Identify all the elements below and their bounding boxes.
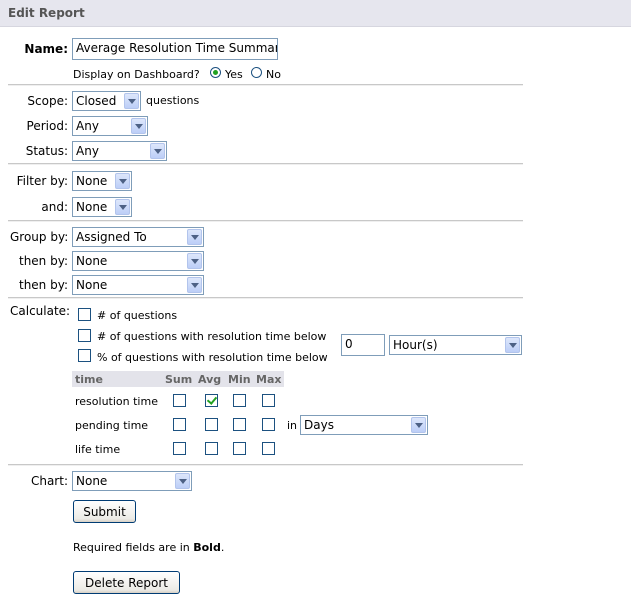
resolution-min-checkbox[interactable]: [233, 394, 246, 407]
then-by-value: None: [76, 278, 108, 292]
group-by-label: Group by:: [10, 230, 69, 244]
chevron-down-icon: [131, 118, 146, 134]
group-by-select[interactable]: Assigned To: [72, 227, 204, 247]
then-by-select-2[interactable]: None: [72, 275, 204, 295]
dashboard-yes-radio[interactable]: [210, 67, 221, 78]
life-avg-checkbox[interactable]: [205, 442, 218, 455]
page-header: Edit Report: [0, 0, 631, 27]
divider: [8, 220, 523, 222]
time-unit-value: Days: [304, 418, 334, 432]
calc-count-checkbox[interactable]: [78, 308, 91, 321]
dashboard-label: Display on Dashboard?: [73, 68, 200, 81]
calc-percent-below-checkbox[interactable]: [78, 349, 91, 362]
filter-and-value: None: [76, 200, 108, 214]
period-value: Any: [76, 119, 99, 133]
row-life-label: life time: [75, 443, 121, 456]
col-min: Min: [228, 373, 251, 386]
submit-button[interactable]: Submit: [73, 500, 136, 523]
divider: [8, 297, 523, 299]
divider: [8, 84, 523, 86]
required-note-text: Required fields are in: [73, 541, 194, 554]
filter-and-select[interactable]: None: [72, 197, 132, 217]
required-note-suffix: .: [220, 541, 225, 554]
threshold-unit-select[interactable]: Hour(s): [389, 335, 522, 355]
dashboard-no-radio[interactable]: [251, 67, 262, 78]
pending-max-checkbox[interactable]: [262, 418, 275, 431]
chevron-down-icon: [175, 473, 190, 489]
required-note-bold: Bold: [193, 541, 221, 554]
dashboard-no-label: No: [266, 68, 281, 81]
row-resolution-label: resolution time: [75, 395, 158, 408]
status-label: Status:: [25, 144, 68, 158]
chart-select[interactable]: None: [72, 471, 192, 491]
page-title: Edit Report: [8, 6, 85, 20]
required-note: Required fields are in Bold.: [73, 541, 224, 554]
life-min-checkbox[interactable]: [233, 442, 246, 455]
filter-by-value: None: [76, 174, 108, 188]
calc-count-below-checkbox[interactable]: [78, 329, 91, 342]
calc-count-label: # of questions: [97, 309, 178, 322]
name-label: Name:: [24, 42, 68, 56]
divider: [8, 163, 523, 165]
row-pending-label: pending time: [75, 419, 149, 432]
filter-by-label: Filter by:: [16, 174, 68, 188]
then-by-value: None: [76, 254, 108, 268]
then-by-select-1[interactable]: None: [72, 251, 204, 271]
name-field[interactable]: Average Resolution Time Summary: [72, 38, 278, 60]
col-max: Max: [256, 373, 282, 386]
delete-report-button[interactable]: Delete Report: [73, 571, 180, 594]
chevron-down-icon: [150, 143, 165, 159]
group-by-value: Assigned To: [76, 230, 147, 244]
col-sum: Sum: [165, 373, 193, 386]
chart-label: Chart:: [30, 474, 68, 488]
chevron-down-icon: [115, 199, 130, 215]
filter-and-label: and:: [41, 200, 68, 214]
col-avg: Avg: [198, 373, 222, 386]
chevron-down-icon: [505, 337, 520, 353]
calc-percent-below-label: % of questions with resolution time belo…: [97, 351, 328, 364]
life-max-checkbox[interactable]: [262, 442, 275, 455]
in-label: in: [287, 419, 298, 432]
chevron-down-icon: [187, 277, 202, 293]
dashboard-yes-label: Yes: [225, 68, 243, 81]
chart-value: None: [76, 474, 108, 488]
delete-report-button-label: Delete Report: [84, 575, 169, 590]
resolution-max-checkbox[interactable]: [262, 394, 275, 407]
scope-label: Scope:: [27, 94, 68, 108]
col-time: time: [75, 373, 103, 386]
chevron-down-icon: [187, 253, 202, 269]
resolution-avg-checkbox[interactable]: [205, 394, 218, 407]
resolution-sum-checkbox[interactable]: [173, 394, 186, 407]
scope-value: Closed: [76, 94, 117, 108]
filter-by-select[interactable]: None: [72, 171, 132, 191]
calculate-label: Calculate:: [10, 304, 71, 318]
period-label: Period:: [26, 119, 68, 133]
calc-count-below-label: # of questions with resolution time belo…: [97, 330, 327, 343]
then-by-label: then by:: [18, 254, 68, 268]
status-value: Any: [76, 144, 99, 158]
scope-suffix: questions: [146, 94, 200, 107]
threshold-input[interactable]: 0: [341, 334, 385, 356]
chevron-down-icon: [124, 93, 139, 109]
chevron-down-icon: [187, 229, 202, 245]
status-select[interactable]: Any: [72, 141, 167, 161]
divider: [8, 464, 523, 466]
pending-sum-checkbox[interactable]: [173, 418, 186, 431]
time-unit-select[interactable]: Days: [300, 415, 428, 435]
period-select[interactable]: Any: [72, 116, 148, 136]
pending-min-checkbox[interactable]: [233, 418, 246, 431]
pending-avg-checkbox[interactable]: [205, 418, 218, 431]
chevron-down-icon: [411, 417, 426, 433]
life-sum-checkbox[interactable]: [173, 442, 186, 455]
threshold-unit-value: Hour(s): [393, 338, 438, 352]
scope-select[interactable]: Closed: [72, 91, 141, 111]
chevron-down-icon: [115, 173, 130, 189]
then-by-label: then by:: [18, 278, 68, 292]
submit-button-label: Submit: [83, 504, 126, 519]
